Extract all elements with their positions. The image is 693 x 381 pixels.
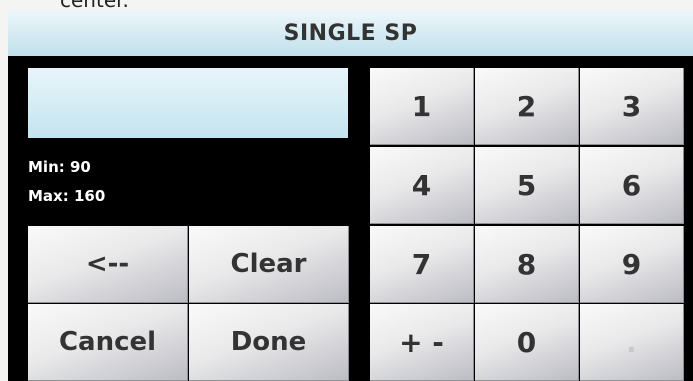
plus-minus-button[interactable]: + -: [370, 304, 474, 381]
min-limit-label: Min: 90: [28, 158, 91, 176]
screen-title: SINGLE SP: [8, 10, 693, 56]
hmi-screen: SINGLE SP Min: 90 Max: 160 <-- Clear Can…: [8, 10, 693, 381]
backspace-button[interactable]: <--: [28, 226, 188, 303]
key-4-button[interactable]: 4: [370, 147, 474, 224]
key-2-button[interactable]: 2: [475, 68, 579, 145]
done-button[interactable]: Done: [189, 304, 349, 381]
key-7-button[interactable]: 7: [370, 226, 474, 303]
clear-button[interactable]: Clear: [189, 226, 349, 303]
key-1-button[interactable]: 1: [370, 68, 474, 145]
key-3-button[interactable]: 3: [580, 68, 684, 145]
key-6-button[interactable]: 6: [580, 147, 684, 224]
value-entry-field[interactable]: [28, 68, 348, 138]
key-5-button[interactable]: 5: [475, 147, 579, 224]
key-9-button[interactable]: 9: [580, 226, 684, 303]
key-8-button[interactable]: 8: [475, 226, 579, 303]
cancel-button[interactable]: Cancel: [28, 304, 188, 381]
key-0-button[interactable]: 0: [475, 304, 579, 381]
max-limit-label: Max: 160: [28, 187, 106, 205]
decimal-point-button[interactable]: .: [580, 304, 684, 381]
